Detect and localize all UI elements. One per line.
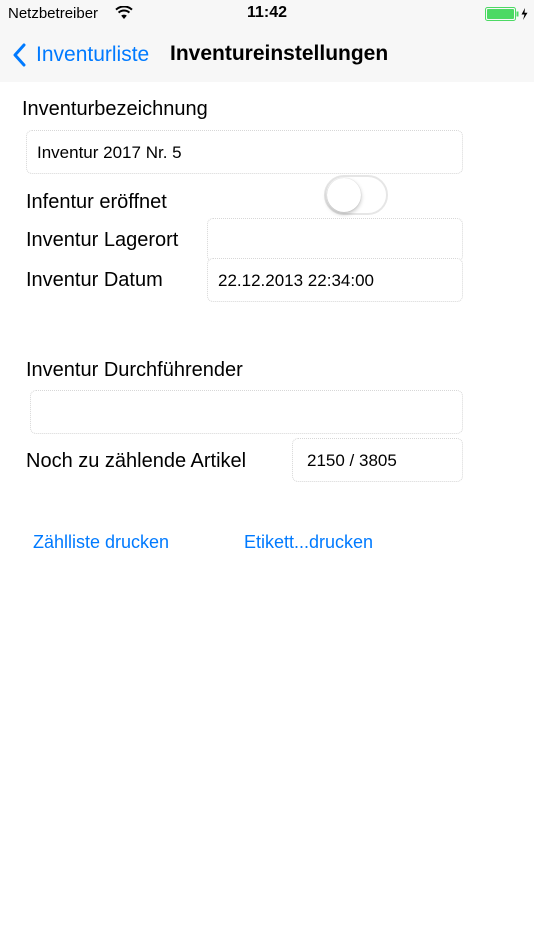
toggle-knob bbox=[327, 178, 361, 212]
inventory-location-field[interactable] bbox=[207, 218, 463, 262]
back-button[interactable]: Inventurliste bbox=[12, 38, 149, 72]
status-bar: Netzbetreiber 11:42 bbox=[0, 0, 534, 28]
inventory-location-label: Inventur Lagerort bbox=[26, 229, 179, 251]
inventory-name-label: Inventurbezeichnung bbox=[22, 98, 208, 120]
navigation-bar: Inventurliste Inventureinstellungen bbox=[0, 28, 534, 82]
inventory-opened-label: Infentur eröffnet bbox=[26, 191, 167, 213]
inventory-opened-toggle[interactable] bbox=[324, 175, 388, 215]
back-button-label: Inventurliste bbox=[36, 43, 150, 66]
inventory-date-field[interactable]: 22.12.2013 22:34:00 bbox=[207, 258, 463, 302]
inventory-name-value: Inventur 2017 Nr. 5 bbox=[37, 143, 182, 162]
inventory-date-value: 22.12.2013 22:34:00 bbox=[218, 271, 374, 290]
remaining-items-label: Noch zu zählende Artikel bbox=[26, 450, 247, 472]
inventory-name-field[interactable]: Inventur 2017 Nr. 5 bbox=[26, 130, 463, 174]
remaining-items-value: 2150 / 3805 bbox=[307, 451, 397, 470]
inventory-performer-field[interactable] bbox=[30, 390, 463, 434]
inventory-performer-label: Inventur Durchführender bbox=[26, 359, 243, 381]
inventory-date-label: Inventur Datum bbox=[26, 269, 163, 291]
page-title: Inventureinstellungen bbox=[170, 42, 389, 65]
remaining-items-field: 2150 / 3805 bbox=[292, 438, 463, 482]
clock: 11:42 bbox=[246, 4, 288, 21]
battery-icon bbox=[485, 7, 528, 21]
print-count-list-button[interactable]: Zählliste drucken bbox=[33, 532, 169, 553]
chevron-left-icon bbox=[13, 43, 26, 67]
print-labels-button[interactable]: Etikett...drucken bbox=[244, 532, 373, 553]
